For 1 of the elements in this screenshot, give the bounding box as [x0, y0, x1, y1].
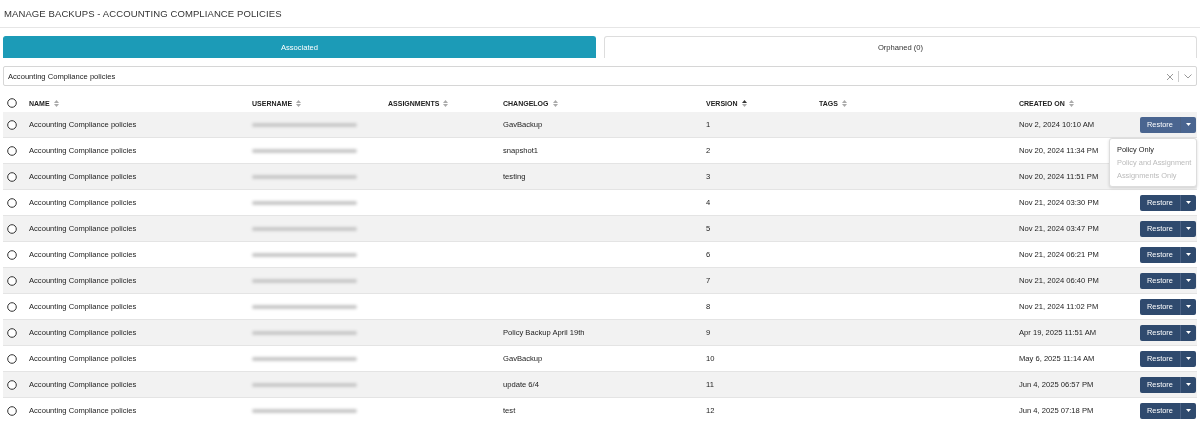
page-title: MANAGE BACKUPS - ACCOUNTING COMPLIANCE POLICIES	[0, 0, 1200, 28]
